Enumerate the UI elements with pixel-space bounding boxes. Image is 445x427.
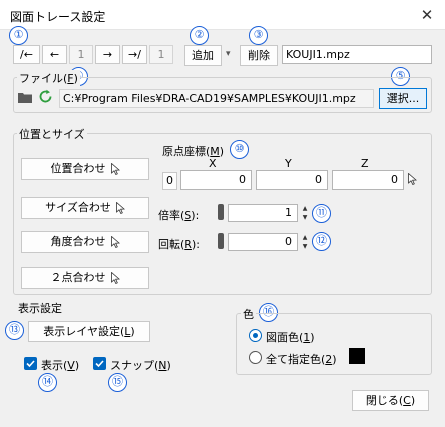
align-two-points-button[interactable]: ２点合わせ [21,267,149,289]
annotation-15: ⑮ [108,373,127,392]
select-file-button[interactable]: 選択... [379,88,427,109]
color-group-label: 色 [241,306,256,322]
annotation-2: ② [190,26,209,45]
position-size-group-label: 位置とサイズ [17,126,87,142]
cursor-arrow-icon [115,202,125,214]
annotation-14: ⑭ [38,373,57,392]
drawing-color-label[interactable]: 図面色(1) [266,329,315,345]
align-position-button[interactable]: 位置合わせ [21,158,149,180]
spin-up-icon[interactable]: ▲ [300,204,310,213]
title-bar: 図面トレース設定 ✕ [0,0,445,30]
last-page-button[interactable]: →/ [122,45,147,64]
rotation-slider-thumb[interactable] [218,233,224,249]
align-two-points-label: ２点合わせ [50,271,106,284]
cursor-arrow-icon [110,163,120,175]
snap-label[interactable]: スナップ(N) [110,357,171,373]
display-settings-label: 表示設定 [18,302,62,315]
file-path-field[interactable]: C:¥Program Files¥DRA-CAD19¥SAMPLES¥KOUJI… [59,89,374,108]
drawing-color-radio[interactable] [249,329,262,342]
annotation-13: ⑬ [5,321,24,340]
add-button[interactable]: 追加 [184,45,222,66]
all-color-radio[interactable] [249,351,262,364]
next-page-button[interactable]: → [95,45,120,64]
current-page-field[interactable]: 1 [69,45,93,64]
close-button[interactable]: 閉じる(C) [352,390,429,411]
file-name-field[interactable]: KOUJI1.mpz [282,45,432,64]
align-size-label: サイズ合わせ [45,201,111,214]
scale-input[interactable]: 1 [228,204,298,222]
axis-x-label: X [209,157,217,170]
spin-up-icon[interactable]: ▲ [300,233,310,242]
file-group-label: ファイル(F) [17,70,80,86]
annotation-3: ③ [249,26,268,45]
align-angle-button[interactable]: 角度合わせ [21,231,149,253]
origin-x-input[interactable]: 0 [180,170,252,190]
origin-pick-cursor-icon[interactable] [408,172,418,186]
first-page-button[interactable]: /← [13,45,40,64]
delete-button[interactable]: 削除 [240,45,278,66]
align-angle-label: 角度合わせ [50,235,106,248]
rotation-spinner[interactable]: ▲ ▼ [300,233,310,251]
page-count-field: 1 [149,45,173,64]
folder-icon[interactable] [18,91,32,103]
rotation-input[interactable]: 0 [228,233,298,251]
origin-y-input[interactable]: 0 [256,170,328,190]
origin-index-button[interactable]: 0 [162,172,177,190]
align-size-button[interactable]: サイズ合わせ [21,197,149,219]
add-dropdown-icon[interactable]: ▾ [226,49,231,59]
show-label[interactable]: 表示(V) [41,357,79,373]
scale-slider-thumb[interactable] [218,204,224,220]
spin-down-icon[interactable]: ▼ [300,242,310,251]
scale-label: 倍率(S): [158,209,200,222]
color-swatch[interactable] [349,348,365,364]
all-color-label[interactable]: 全て指定色(2) [266,351,337,367]
close-window-icon[interactable]: ✕ [415,3,439,27]
window-title: 図面トレース設定 [10,10,106,24]
axis-z-label: Z [361,157,369,170]
scale-spinner[interactable]: ▲ ▼ [300,204,310,222]
show-checkbox[interactable] [24,357,37,370]
cursor-arrow-icon [110,272,120,284]
snap-checkbox[interactable] [93,357,106,370]
origin-z-input[interactable]: 0 [332,170,404,190]
cursor-arrow-icon [110,236,120,248]
align-position-label: 位置合わせ [50,162,106,175]
rotation-label: 回転(R): [158,238,200,251]
annotation-1: ① [9,26,28,45]
axis-y-label: Y [285,157,292,170]
prev-page-button[interactable]: ← [42,45,67,64]
spin-down-icon[interactable]: ▼ [300,213,310,222]
refresh-icon[interactable] [38,89,53,104]
layer-settings-button[interactable]: 表示レイヤ設定(L) [28,321,150,342]
